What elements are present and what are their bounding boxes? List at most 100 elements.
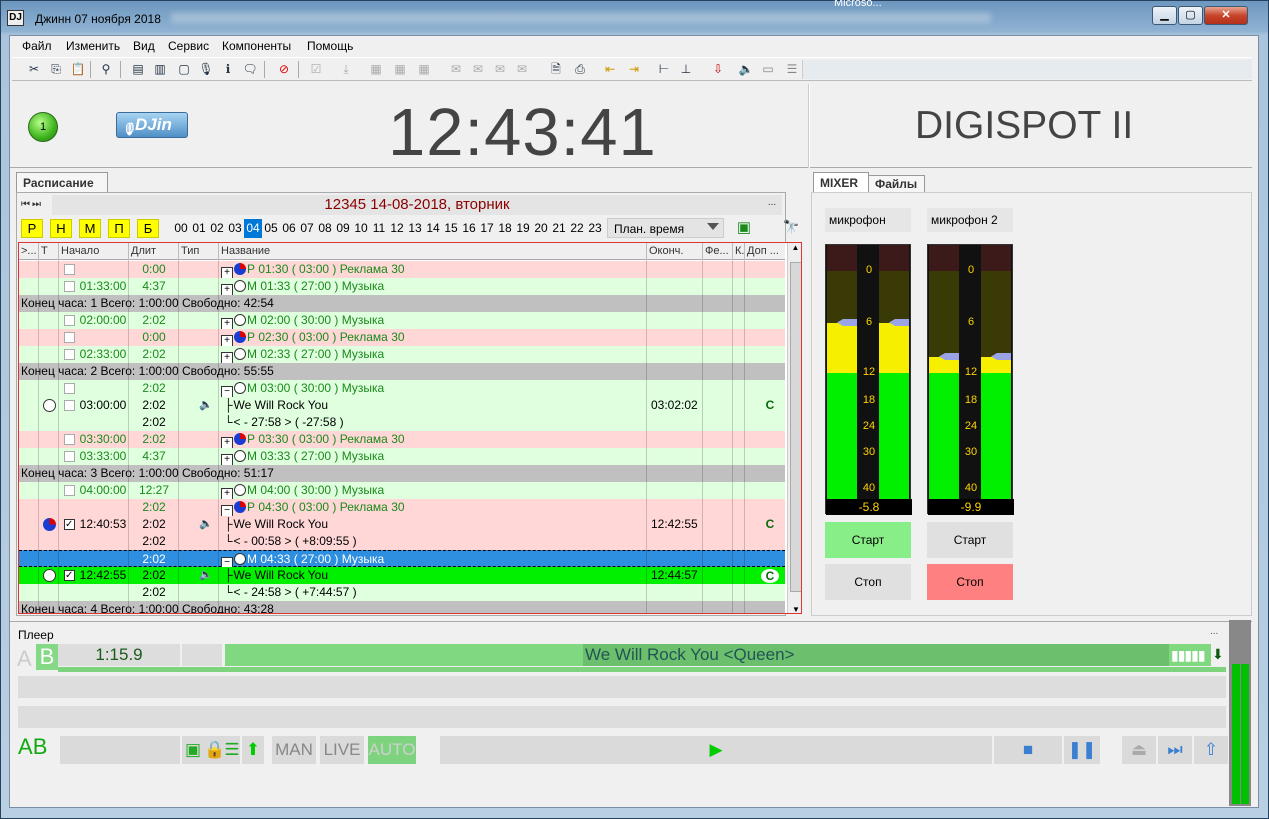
table-row[interactable]: 02:33:00 2:02 + М 02:33 ( 27:00 ) Музыка (19, 346, 785, 364)
stack-icon[interactable]: ☰ (224, 736, 240, 764)
hour-13[interactable]: 13 (406, 219, 424, 238)
table-row[interactable]: 2:02 └< - 00:58 > ( +8:09:55 ) (19, 533, 785, 550)
status-led[interactable]: 1 (28, 112, 58, 142)
maximize-button[interactable]: ▢ (1178, 6, 1203, 25)
row-checkbox[interactable] (64, 485, 75, 496)
arrow-in-icon[interactable]: ⇤ (602, 61, 618, 77)
table-row[interactable]: ✓ 12:42:55 2:02 🔈 ├We Will Rock You 12:44:57 C (19, 567, 785, 584)
copy-icon[interactable]: ⎘ (48, 61, 64, 77)
new-doc-icon[interactable]: ▤ (130, 61, 146, 77)
list-icon[interactable]: ☰ (784, 61, 800, 77)
day-button[interactable]: Б (137, 219, 159, 238)
hour-04[interactable]: 04 (244, 219, 262, 238)
hour-summary-row[interactable]: Конец часа: 4 Всего: 1:00:00 Свободно: 4… (19, 601, 785, 613)
table-row[interactable]: 2:02 └< - 27:58 > ( -27:58 ) (19, 414, 785, 431)
hour-15[interactable]: 15 (442, 219, 460, 238)
table-row[interactable]: 2:02 − Р 04:30 ( 03:00 ) Реклама 30 (19, 499, 785, 517)
menu-file[interactable]: Файл (22, 39, 52, 53)
info-icon[interactable]: ℹ (220, 61, 236, 77)
ab-label[interactable]: AB (18, 734, 47, 760)
cut-icon[interactable]: ✂ (26, 61, 42, 77)
track-bar[interactable]: We Will Rock You <Queen> ▮▮▮▮▮ (225, 644, 1211, 666)
monitor-icon[interactable]: ▣ (182, 736, 204, 764)
columns-icon[interactable]: ▥ (152, 61, 168, 77)
day-button[interactable]: П (108, 219, 130, 238)
table-row[interactable]: 0:00 + Р 02:30 ( 03:00 ) Реклама 30 (19, 329, 785, 347)
hour-06[interactable]: 06 (280, 219, 298, 238)
hour-02[interactable]: 02 (208, 219, 226, 238)
column-header[interactable]: >... (21, 245, 37, 257)
hour-07[interactable]: 07 (298, 219, 316, 238)
align-left-icon[interactable]: ⊢ (656, 61, 672, 77)
column-header[interactable]: Тип (181, 245, 199, 257)
day-button[interactable]: М (79, 219, 101, 238)
deck-a-label[interactable]: A (17, 646, 32, 672)
day-button[interactable]: Р (21, 219, 43, 238)
day-button[interactable]: Н (50, 219, 72, 238)
stop-icon[interactable]: ⊘ (276, 61, 292, 77)
stop-square-icon[interactable]: ■ (994, 736, 1062, 764)
block-icon[interactable]: ▢ (176, 61, 192, 77)
volume-icon[interactable]: 🔈 (738, 61, 754, 77)
table-row[interactable]: 03:33:00 4:37 + М 03:33 ( 27:00 ) Музыка (19, 448, 785, 466)
down-arrow-icon[interactable]: ⬇ (1212, 646, 1224, 663)
hour-10[interactable]: 10 (352, 219, 370, 238)
hour-20[interactable]: 20 (532, 219, 550, 238)
grid3-icon[interactable]: ▦ (416, 61, 432, 77)
page-icon[interactable]: 🗎 (548, 61, 564, 77)
env2-icon[interactable]: ✉ (470, 61, 486, 77)
row-checkbox[interactable] (64, 434, 75, 445)
close-button[interactable]: ✕ (1204, 6, 1248, 25)
scroll-down-icon[interactable]: ▼ (788, 605, 801, 613)
env1-icon[interactable]: ✉ (448, 61, 464, 77)
export-icon[interactable]: ⇩ (710, 61, 726, 77)
channel-start-button[interactable]: Старт (927, 522, 1013, 558)
schedule-more-button[interactable]: ... (762, 197, 782, 213)
plan-time-select[interactable]: План. время (607, 218, 724, 238)
player-more-button[interactable]: ... (1210, 626, 1218, 637)
menu-help[interactable]: Помощь (307, 39, 353, 53)
mode-live-button[interactable]: LIVE (320, 736, 364, 764)
table-row[interactable]: 04:00:00 12:27 + М 04:00 ( 30:00 ) Музыка (19, 482, 785, 500)
menu-components[interactable]: Компоненты (222, 39, 291, 53)
column-header[interactable]: Длит (131, 245, 156, 257)
column-header[interactable]: Т (41, 245, 48, 257)
tab-mixer[interactable]: MIXER (813, 172, 869, 192)
paste-icon[interactable]: 📋 (70, 61, 86, 77)
arrow-up-icon[interactable]: ⬆ (242, 736, 264, 764)
hour-05[interactable]: 05 (262, 219, 280, 238)
hour-01[interactable]: 01 (190, 219, 208, 238)
row-checkbox[interactable] (64, 349, 75, 360)
checkbox-icon[interactable]: ☑ (308, 61, 324, 77)
lock-icon[interactable]: 🔒 (204, 736, 225, 764)
column-header[interactable]: Доп ... (747, 245, 779, 257)
calendar-icon[interactable]: ▣ (735, 218, 753, 236)
env3-icon[interactable]: ✉ (492, 61, 508, 77)
table-row[interactable]: 0:00 + Р 01:30 ( 03:00 ) Реклама 30 (19, 261, 785, 279)
row-checkbox[interactable] (64, 332, 75, 343)
hour-03[interactable]: 03 (226, 219, 244, 238)
comment-icon[interactable]: 🗨 (242, 61, 258, 77)
menu-service[interactable]: Сервис (168, 39, 209, 53)
title-bar[interactable]: DJ Джинн 07 ноября 2018 Microso... ▁ ▢ ✕ (1, 0, 1268, 35)
hour-00[interactable]: 00 (172, 219, 190, 238)
table-row[interactable]: 03:00:00 2:02 🔈 ├We Will Rock You 03:02:02 C (19, 397, 785, 414)
hour-14[interactable]: 14 (424, 219, 442, 238)
env4-icon[interactable]: ✉ (514, 61, 530, 77)
schedule-nav-arrows[interactable]: ⏮⏭ (21, 199, 43, 210)
deck-b-label[interactable]: B (36, 644, 58, 670)
hour-summary-row[interactable]: Конец часа: 1 Всего: 1:00:00 Свободно: 4… (19, 295, 785, 312)
column-header[interactable]: Оконч. (649, 245, 683, 257)
row-checkbox[interactable]: ✓ (64, 519, 75, 530)
hour-19[interactable]: 19 (514, 219, 532, 238)
row-checkbox[interactable] (64, 281, 75, 292)
find-icon[interactable]: ⚲ (98, 61, 114, 77)
row-checkbox[interactable] (64, 400, 75, 411)
column-header[interactable]: Начало (61, 245, 99, 257)
row-checkbox[interactable] (64, 451, 75, 462)
bar-icon[interactable]: ▭ (760, 61, 776, 77)
scroll-thumb[interactable] (790, 262, 801, 592)
menu-edit[interactable]: Изменить (66, 39, 120, 53)
pause-icon[interactable]: ❚❚ (1064, 736, 1100, 764)
column-header[interactable]: Название (221, 245, 270, 257)
